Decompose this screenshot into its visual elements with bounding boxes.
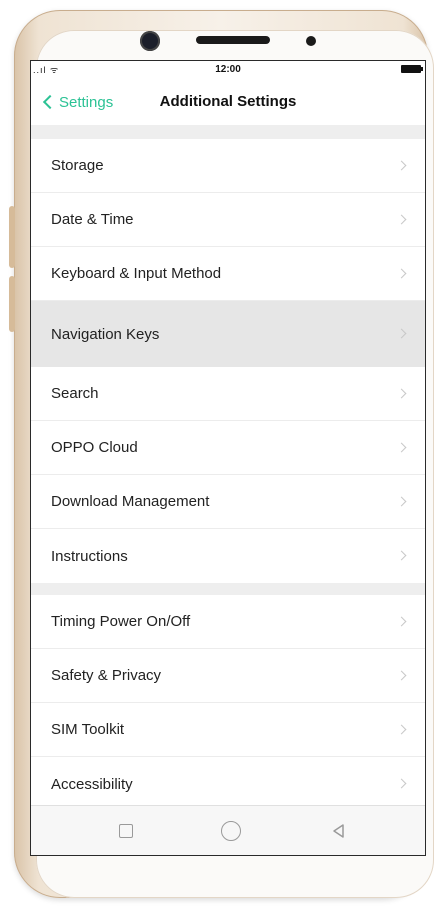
- settings-item-label: Safety & Privacy: [51, 667, 162, 684]
- title-bar: Settings Additional Settings: [31, 79, 425, 125]
- chevron-right-icon: [396, 496, 407, 506]
- chevron-right-icon: [396, 442, 407, 452]
- chevron-right-icon: [396, 214, 407, 224]
- settings-item-sim-toolkit[interactable]: SIM Toolkit: [31, 703, 425, 757]
- group-divider: [31, 125, 425, 139]
- battery-icon: [401, 65, 423, 73]
- chevron-right-icon: [396, 328, 407, 339]
- chevron-right-icon: [396, 724, 407, 734]
- settings-item-label: Storage: [51, 157, 104, 174]
- settings-item-label: Download Management: [51, 493, 210, 510]
- settings-item-label: Date & Time: [51, 211, 134, 228]
- chevron-right-icon: [396, 388, 407, 398]
- page-title: Additional Settings: [159, 93, 297, 110]
- settings-item-keyboard-input[interactable]: Keyboard & Input Method: [31, 247, 425, 301]
- settings-item-date-time[interactable]: Date & Time: [31, 193, 425, 247]
- settings-item-label: Accessibility: [51, 775, 133, 793]
- group-divider: [31, 583, 425, 595]
- proximity-sensor: [306, 36, 316, 46]
- triangle-back-icon[interactable]: [331, 823, 347, 839]
- status-bar: ..ıl ᯤ 12:00: [31, 61, 425, 79]
- chevron-right-icon: [396, 778, 407, 789]
- settings-item-label: Keyboard & Input Method: [51, 265, 222, 282]
- earpiece-speaker: [196, 36, 270, 44]
- settings-item-label: Timing Power On/Off: [51, 613, 191, 630]
- settings-item-download-management[interactable]: Download Management: [31, 475, 425, 529]
- settings-item-oppo-cloud[interactable]: OPPO Cloud: [31, 421, 425, 475]
- square-recents-icon[interactable]: [119, 824, 133, 838]
- phone-screen: ..ıl ᯤ 12:00 Settings Additional Setting…: [30, 60, 426, 856]
- chevron-right-icon: [396, 670, 407, 680]
- volume-down-button: [9, 276, 15, 332]
- settings-item-navigation-keys[interactable]: Navigation Keys: [31, 301, 425, 367]
- chevron-right-icon: [396, 550, 407, 561]
- system-navigation-bar: [31, 805, 425, 855]
- circle-home-icon[interactable]: [221, 821, 241, 841]
- chevron-right-icon: [396, 268, 407, 278]
- settings-item-timing-power[interactable]: Timing Power On/Off: [31, 595, 425, 649]
- settings-item-label: Navigation Keys: [51, 325, 160, 343]
- settings-item-storage[interactable]: Storage: [31, 139, 425, 193]
- front-camera: [140, 31, 160, 51]
- settings-item-safety-privacy[interactable]: Safety & Privacy: [31, 649, 425, 703]
- status-time: 12:00: [215, 64, 241, 75]
- settings-item-label: Search: [51, 385, 99, 402]
- chevron-right-icon: [396, 160, 407, 170]
- chevron-right-icon: [396, 616, 407, 626]
- settings-item-instructions[interactable]: Instructions: [31, 529, 425, 583]
- settings-list: Storage Date & Time Keyboard & Input Met…: [31, 125, 425, 811]
- settings-item-accessibility[interactable]: Accessibility: [31, 757, 425, 811]
- settings-item-search[interactable]: Search: [31, 367, 425, 421]
- settings-item-label: SIM Toolkit: [51, 721, 125, 738]
- volume-up-button: [9, 206, 15, 268]
- settings-item-label: OPPO Cloud: [51, 439, 138, 456]
- settings-item-label: Instructions: [51, 547, 128, 565]
